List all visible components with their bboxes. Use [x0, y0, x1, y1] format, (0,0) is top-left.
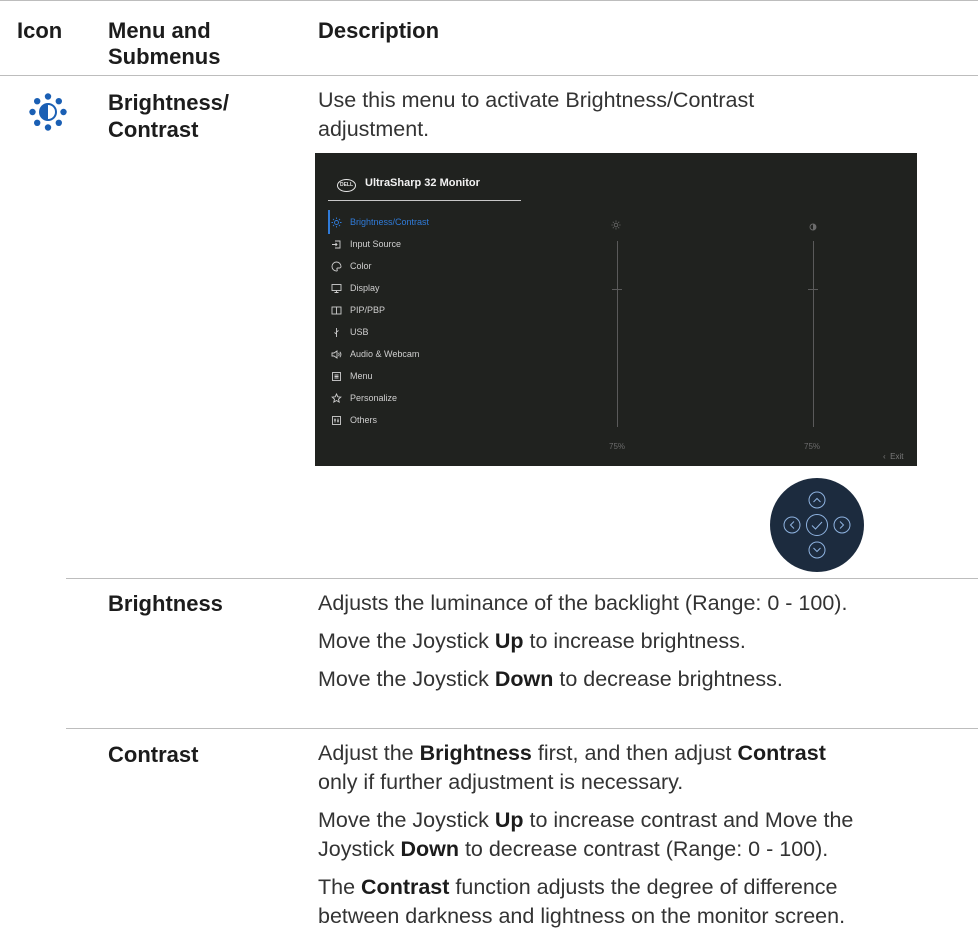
star-icon — [330, 390, 342, 406]
contrast-description: Adjust the Brightness first, and then ad… — [318, 739, 978, 931]
joystick-left-button[interactable] — [783, 516, 801, 534]
brightness-slider[interactable] — [617, 241, 618, 427]
osd-menu-item-label: USB — [350, 327, 369, 337]
osd-menu-item-label: PIP/PBP — [350, 305, 386, 315]
brightness-label: Brightness — [108, 591, 223, 616]
section-intro-line2: adjustment. — [318, 117, 430, 141]
osd-menu-item-label: Others — [350, 415, 378, 425]
header-menu: Menu and Submenus — [108, 18, 220, 70]
osd-exit-button[interactable]: ‹ Exit — [883, 452, 903, 461]
section-intro: Use this menu to activate Brightness/Con… — [318, 86, 754, 144]
input-source-icon — [330, 236, 342, 252]
brightness-value: 75% — [609, 442, 626, 451]
contrast-row-rule — [66, 728, 978, 729]
contrast-value: 75% — [804, 442, 821, 451]
contrast-p3: The Contrast function adjusts the degree… — [318, 875, 846, 928]
brightness-line3: Move the Joystick Down to decrease brigh… — [318, 667, 783, 691]
header-icon: Icon — [17, 18, 63, 43]
osd-menu-item-label: Brightness/Contrast — [350, 217, 430, 227]
display-icon — [330, 280, 342, 296]
joystick-ok-button[interactable] — [806, 514, 828, 536]
joystick-up-button[interactable] — [808, 491, 826, 509]
dell-logo: DELL — [337, 179, 356, 192]
header-rule — [0, 75, 978, 76]
section-title-line1: Brightness/ — [108, 90, 230, 115]
osd-menu-item-label: Audio & Webcam — [350, 349, 420, 359]
speaker-icon — [330, 346, 342, 362]
contrast-label: Contrast — [108, 742, 199, 767]
brightness-row-rule — [66, 578, 978, 579]
osd-title: UltraSharp 32 Monitor — [365, 177, 480, 189]
header-description: Description — [318, 18, 440, 43]
joystick-down-button[interactable] — [808, 541, 826, 559]
section-title: Brightness/ Contrast — [108, 89, 229, 143]
osd-exit-label: Exit — [890, 452, 904, 461]
header-menu-line2: Submenus — [108, 44, 221, 69]
contrast-slider-thumb[interactable] — [808, 289, 818, 290]
osd-menu-item-label: Color — [350, 261, 372, 271]
osd-screenshot: DELL UltraSharp 32 Monitor Brightness/Co… — [315, 153, 917, 466]
color-palette-icon — [330, 258, 342, 274]
osd-menu-item-label: Input Source — [350, 239, 402, 249]
menu-icon — [330, 368, 342, 384]
brightness-description: Adjusts the luminance of the backlight (… — [318, 589, 978, 694]
table-top-rule — [0, 0, 978, 1]
sun-icon — [330, 214, 342, 230]
brightness-line1: Adjusts the luminance of the backlight (… — [318, 591, 848, 615]
brightness-slider-icon — [611, 217, 621, 235]
joystick — [770, 478, 864, 572]
others-icon — [330, 412, 342, 428]
brightness-contrast-icon — [28, 92, 68, 132]
pip-pbp-icon — [330, 302, 342, 318]
contrast-slider-icon — [809, 218, 817, 236]
contrast-p2: Move the Joystick Up to increase contras… — [318, 808, 854, 861]
chevron-left-icon: ‹ — [883, 452, 886, 461]
header-menu-line1: Menu and — [108, 18, 211, 43]
joystick-right-button[interactable] — [833, 516, 851, 534]
contrast-slider[interactable] — [813, 241, 814, 427]
contrast-p1: Adjust the Brightness first, and then ad… — [318, 741, 826, 794]
brightness-slider-thumb[interactable] — [612, 289, 622, 290]
section-title-line2: Contrast — [108, 117, 199, 142]
section-intro-line1: Use this menu to activate Brightness/Con… — [318, 88, 755, 112]
osd-title-rule — [328, 200, 521, 201]
brightness-line2: Move the Joystick Up to increase brightn… — [318, 629, 746, 653]
usb-icon — [330, 324, 342, 340]
osd-menu-item-label: Menu — [350, 371, 373, 381]
osd-menu-item-label: Display — [350, 283, 380, 293]
osd-menu-item-label: Personalize — [350, 393, 398, 403]
